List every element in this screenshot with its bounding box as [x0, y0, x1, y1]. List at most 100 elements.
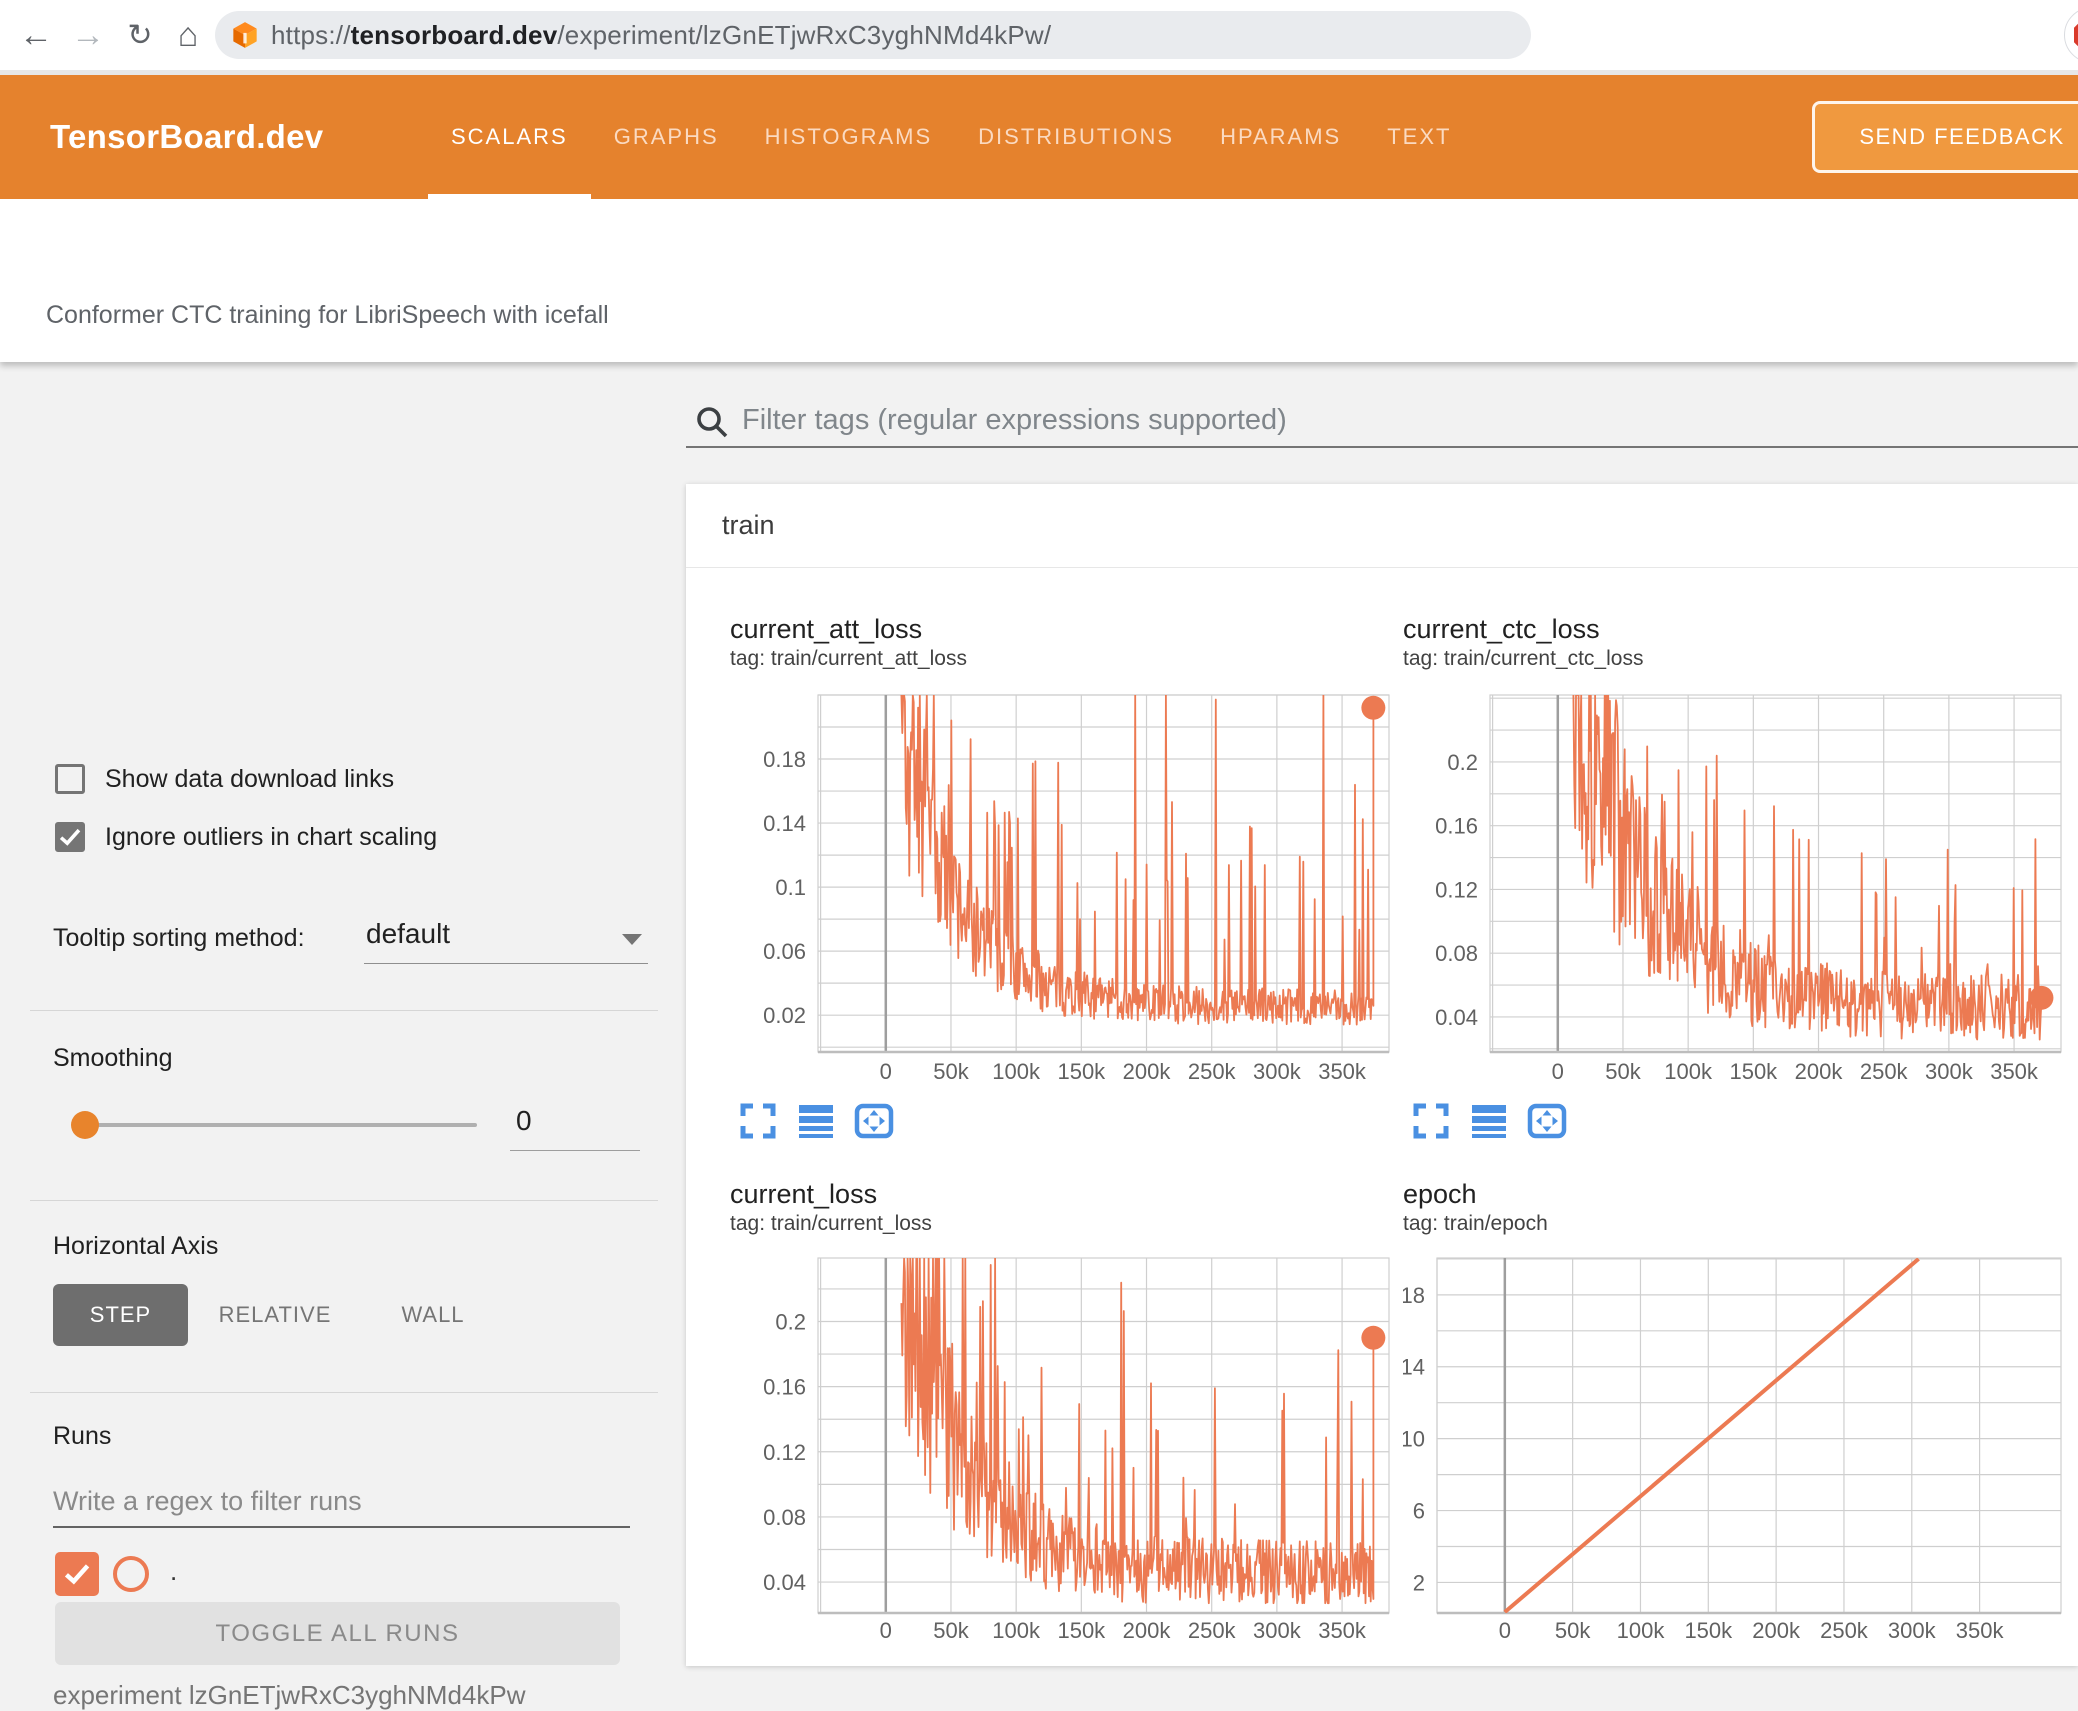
svg-text:0.02: 0.02	[763, 1003, 806, 1028]
fullscreen-icon[interactable]	[738, 1101, 778, 1141]
svg-text:0.2: 0.2	[1447, 750, 1478, 775]
svg-text:0.06: 0.06	[763, 939, 806, 964]
svg-text:350k: 350k	[1990, 1059, 2039, 1084]
checkmark-icon	[59, 828, 81, 846]
svg-text:50k: 50k	[1555, 1618, 1591, 1643]
extension-icon[interactable]	[2064, 7, 2078, 63]
chart-current-att-loss[interactable]: 0 50k 100k 150k 200k 250k 300k 350k 0.02 0.06 0.1 0…	[730, 678, 1395, 1098]
svg-text:0.2: 0.2	[775, 1310, 806, 1335]
adblock-octagon-icon	[2074, 17, 2078, 53]
back-icon[interactable]: ←	[14, 0, 58, 70]
tensorboard-favicon-icon	[233, 22, 257, 48]
fit-domain-icon[interactable]	[854, 1101, 894, 1141]
svg-text:2: 2	[1413, 1570, 1425, 1595]
runs-filter-input[interactable]: Write a regex to filter runs	[53, 1480, 630, 1528]
svg-text:10: 10	[1403, 1427, 1425, 1452]
svg-text:200k: 200k	[1123, 1059, 1172, 1084]
tag-filter-input[interactable]: Filter tags (regular expressions support…	[686, 398, 2078, 448]
svg-text:100k: 100k	[992, 1059, 1041, 1084]
tab-hparams[interactable]: HPARAMS	[1197, 75, 1364, 199]
sidebar-divider	[30, 1010, 658, 1011]
url-bar[interactable]: https://tensorboard.dev/experiment/lzGnE…	[215, 11, 1531, 59]
run-color-circle-icon[interactable]	[113, 1556, 149, 1592]
experiment-id-label: experiment lzGnETjwRxC3yghNMd4kPw	[53, 1680, 526, 1710]
horizontal-axis-buttons: STEP RELATIVE WALL	[0, 1284, 686, 1346]
axis-relative-button[interactable]: RELATIVE	[200, 1284, 350, 1346]
svg-text:6: 6	[1413, 1499, 1425, 1524]
chart-epoch[interactable]: 0 50k 100k 150k 200k 250k 300k 350k 2 6 10 14 18	[1403, 1243, 2068, 1666]
reload-icon[interactable]: ↻	[118, 0, 162, 70]
fullscreen-icon[interactable]	[1411, 1101, 1451, 1141]
svg-text:350k: 350k	[1318, 1618, 1367, 1643]
smoothing-slider[interactable]	[85, 1123, 477, 1127]
url-domain: tensorboard.dev	[350, 19, 558, 50]
svg-text:300k: 300k	[1925, 1059, 1974, 1084]
tab-histograms[interactable]: HISTOGRAMS	[742, 75, 956, 199]
run-row: .	[0, 1552, 686, 1598]
show-download-links-checkbox[interactable]: Show data download links	[55, 764, 394, 794]
smoothing-value-field[interactable]: 0	[510, 1105, 640, 1151]
horizontal-axis-label: Horizontal Axis	[53, 1232, 219, 1260]
data-table-icon[interactable]	[796, 1101, 836, 1141]
svg-text:100k: 100k	[1664, 1059, 1713, 1084]
svg-text:200k: 200k	[1752, 1618, 1801, 1643]
axis-step-button[interactable]: STEP	[53, 1284, 188, 1346]
svg-text:0.08: 0.08	[763, 1505, 806, 1530]
url-text: https://tensorboard.dev/experiment/lzGnE…	[271, 20, 1051, 51]
chart-tag: tag: train/epoch	[1403, 1212, 1548, 1235]
tab-scalars[interactable]: SCALARS	[428, 75, 591, 199]
svg-text:150k: 150k	[1684, 1618, 1733, 1643]
svg-text:350k: 350k	[1318, 1059, 1367, 1084]
fit-domain-icon[interactable]	[1527, 1101, 1567, 1141]
runs-label: Runs	[53, 1422, 112, 1450]
show-download-links-label: Show data download links	[105, 764, 395, 793]
sidebar-divider	[30, 1392, 658, 1393]
tab-graphs[interactable]: GRAPHS	[591, 75, 742, 199]
chart-current-ctc-loss[interactable]: 0 50k 100k 150k 200k 250k 300k 350k 0.04 0.08 0.12…	[1403, 678, 2068, 1098]
ignore-outliers-checkbox[interactable]: Ignore outliers in chart scaling	[55, 822, 437, 852]
chart-current-loss[interactable]: 0 50k 100k 150k 200k 250k 300k 350k 0.04 0.08 0.12…	[730, 1243, 1395, 1666]
top-nav: SCALARS GRAPHS HISTOGRAMS DISTRIBUTIONS …	[428, 75, 1474, 199]
tooltip-sorting-value: default	[366, 918, 451, 949]
chrome-divider	[0, 70, 2078, 75]
svg-text:100k: 100k	[992, 1618, 1041, 1643]
data-table-icon[interactable]	[1469, 1101, 1509, 1141]
run-checkbox[interactable]	[55, 1552, 99, 1596]
slider-thumb[interactable]	[71, 1111, 99, 1139]
svg-text:0.04: 0.04	[1435, 1005, 1478, 1030]
checkbox-unchecked-icon	[55, 764, 85, 794]
svg-text:18: 18	[1403, 1283, 1425, 1308]
toggle-all-runs-button[interactable]: TOGGLE ALL RUNS	[55, 1602, 620, 1665]
svg-text:0.1: 0.1	[775, 875, 806, 900]
url-path: /experiment/lzGnETjwRxC3yghNMd4kPw/	[557, 19, 1052, 50]
svg-text:0.04: 0.04	[763, 1570, 806, 1595]
chart-tag: tag: train/current_loss	[730, 1212, 932, 1235]
section-train[interactable]: train	[686, 484, 2078, 568]
url-scheme: https://	[271, 19, 351, 50]
svg-text:14: 14	[1403, 1355, 1425, 1380]
tag-filter-placeholder: Filter tags (regular expressions support…	[742, 404, 1287, 436]
svg-text:250k: 250k	[1820, 1618, 1869, 1643]
app-logo[interactable]: TensorBoard.dev	[50, 75, 323, 199]
chart-block-current-att-loss: current_att_loss tag: train/current_att_…	[730, 614, 1395, 1141]
axis-wall-button[interactable]: WALL	[378, 1284, 488, 1346]
svg-text:0: 0	[1499, 1618, 1511, 1643]
tooltip-sorting-dropdown[interactable]: default	[364, 910, 648, 964]
experiment-title: Conformer CTC training for LibriSpeech w…	[46, 301, 609, 329]
browser-chrome: ← → ↻ ⌂ https://tensorboard.dev/experime…	[0, 0, 2078, 70]
dropdown-caret-icon	[622, 934, 642, 945]
run-name: .	[170, 1556, 178, 1586]
tab-text[interactable]: TEXT	[1364, 75, 1474, 199]
svg-text:0.16: 0.16	[763, 1375, 806, 1400]
tab-distributions[interactable]: DISTRIBUTIONS	[955, 75, 1197, 199]
checkbox-checked-icon	[55, 822, 85, 852]
svg-text:0.12: 0.12	[1435, 877, 1478, 902]
chart-block-current-loss: current_loss tag: train/current_loss 0 50…	[730, 1179, 1395, 1666]
svg-text:350k: 350k	[1956, 1618, 2005, 1643]
svg-text:250k: 250k	[1188, 1059, 1237, 1084]
send-feedback-button[interactable]: SEND FEEDBACK	[1812, 101, 2078, 173]
svg-text:0.18: 0.18	[763, 747, 806, 772]
search-icon	[697, 407, 728, 438]
home-icon[interactable]: ⌂	[166, 0, 210, 70]
forward-icon[interactable]: →	[66, 0, 110, 70]
